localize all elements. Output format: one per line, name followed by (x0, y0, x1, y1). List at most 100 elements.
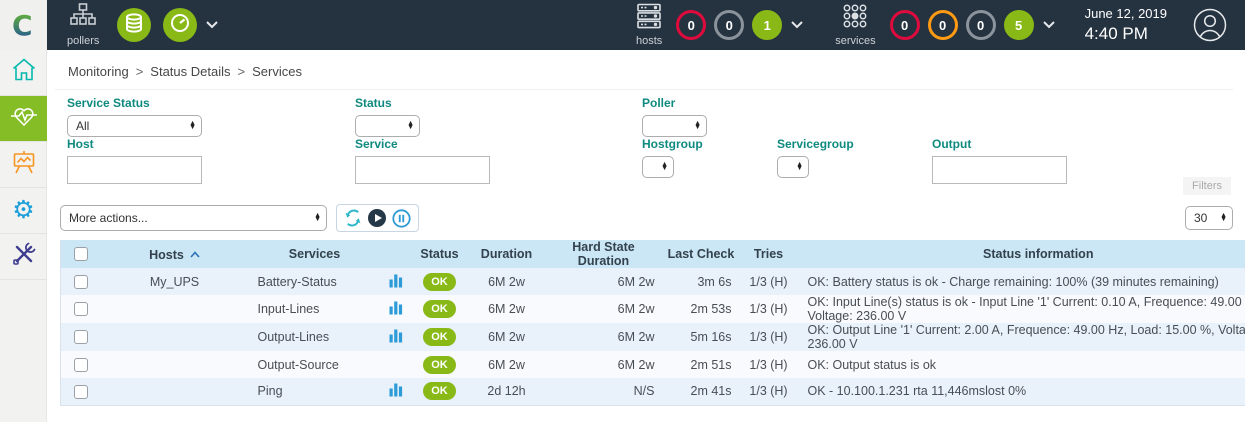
pause-button[interactable] (392, 209, 411, 228)
status-badge: OK (423, 382, 456, 400)
breadcrumb-status-details[interactable]: Status Details (150, 64, 230, 79)
sidebar-item-configuration[interactable]: ⚙ (0, 188, 47, 234)
service-name-cell[interactable]: Ping (249, 378, 381, 405)
poller-select[interactable]: ▲▼ (642, 115, 707, 137)
service-status-select[interactable]: All ▲▼ (67, 115, 202, 137)
heartbeat-icon (10, 103, 38, 134)
table-header-row: Hosts Services Status Duration Hard Stat… (61, 240, 1245, 268)
hosts-up-counter[interactable]: 1 (752, 10, 782, 40)
header-graph (381, 240, 411, 268)
sidebar-item-administration[interactable] (0, 234, 47, 280)
database-status-button[interactable] (117, 8, 151, 42)
status-badge: OK (423, 328, 456, 346)
header-status[interactable]: Status (411, 240, 469, 268)
poller-latency-button[interactable] (163, 8, 197, 42)
servicegroup-select[interactable]: ▲▼ (777, 156, 809, 178)
sort-asc-icon (190, 247, 200, 261)
last-check-cell: 5m 16s (663, 323, 740, 351)
main-content: Monitoring>Status Details>Services Servi… (47, 50, 1245, 422)
output-input[interactable] (932, 156, 1067, 184)
last-check-cell: 2m 53s (663, 295, 740, 323)
hard-state-duration-cell: 6M 2w (545, 268, 663, 295)
services-icon (842, 3, 868, 34)
header-hard-state-duration[interactable]: Hard State Duration (545, 240, 663, 268)
services-ok-counter[interactable]: 5 (1004, 10, 1034, 40)
header-tries[interactable]: Tries (740, 240, 798, 268)
pollers-chevron-down-icon[interactable] (206, 21, 218, 29)
more-actions-select[interactable]: More actions... ▲▼ (60, 205, 327, 231)
header-hosts[interactable]: Hosts (101, 240, 249, 268)
output-filter-label: Output (932, 137, 1067, 151)
gauge-icon (170, 13, 190, 38)
services-unknown-counter[interactable]: 0 (966, 10, 996, 40)
hostgroup-select[interactable]: ▲▼ (642, 156, 674, 178)
hosts-chevron-down-icon[interactable] (791, 21, 803, 29)
status-select[interactable]: ▲▼ (355, 115, 420, 137)
hosts-critical-counter[interactable]: 0 (676, 10, 706, 40)
chart-easel-icon (11, 149, 37, 180)
hosts-unknown-counter[interactable]: 0 (714, 10, 744, 40)
services-critical-counter[interactable]: 0 (890, 10, 920, 40)
centreon-logo[interactable]: C (0, 0, 47, 50)
hosts-status-cluster: hosts 0 0 1 (630, 3, 803, 47)
sidebar-item-home[interactable] (0, 50, 47, 96)
hosts-menu[interactable]: hosts (636, 3, 662, 47)
tries-cell: 1/3 (H) (740, 351, 798, 378)
header-services[interactable]: Services (249, 240, 381, 268)
header-duration[interactable]: Duration (469, 240, 545, 268)
select-all-checkbox[interactable] (74, 247, 88, 261)
services-chevron-down-icon[interactable] (1043, 21, 1055, 29)
hard-state-duration-cell: N/S (545, 378, 663, 405)
hostgroup-filter-label: Hostgroup (642, 137, 703, 151)
current-date: June 12, 2019 (1085, 6, 1167, 22)
service-name-cell[interactable]: Input-Lines (249, 295, 381, 323)
graph-icon[interactable] (389, 332, 403, 346)
sidebar-item-monitoring[interactable] (0, 96, 47, 142)
host-name-cell[interactable] (101, 378, 249, 405)
host-name-cell[interactable] (101, 295, 249, 323)
refresh-button[interactable] (344, 209, 362, 227)
row-checkbox[interactable] (74, 330, 88, 344)
header-last-check[interactable]: Last Check (663, 240, 740, 268)
services-menu[interactable]: services (835, 3, 875, 47)
service-input[interactable] (355, 156, 490, 184)
header-status-information[interactable]: Status information (798, 240, 1245, 268)
breadcrumb-monitoring[interactable]: Monitoring (68, 64, 129, 79)
user-avatar[interactable] (1193, 8, 1227, 42)
duration-cell: 6M 2w (469, 268, 545, 295)
row-checkbox[interactable] (74, 385, 88, 399)
service-name-cell[interactable]: Output-Lines (249, 323, 381, 351)
graph-icon[interactable] (389, 277, 403, 291)
services-warning-counter[interactable]: 0 (928, 10, 958, 40)
host-name-cell[interactable] (101, 323, 249, 351)
row-checkbox[interactable] (74, 275, 88, 289)
host-input[interactable] (67, 156, 202, 184)
service-name-cell[interactable]: Battery-Status (249, 268, 381, 295)
sidebar-item-reporting[interactable] (0, 142, 47, 188)
hard-state-duration-cell: 6M 2w (545, 323, 663, 351)
pollers-icon (69, 3, 97, 34)
play-button[interactable] (367, 208, 387, 228)
servicegroup-filter-label: Servicegroup (777, 137, 854, 151)
gear-icon: ⚙ (12, 198, 34, 223)
status-information-cell: OK: Input Line(s) status is ok - Input L… (798, 295, 1245, 323)
host-name-cell[interactable]: My_UPS (101, 268, 249, 295)
filters-panel-tag[interactable]: Filters (1183, 177, 1231, 195)
row-checkbox[interactable] (74, 358, 88, 372)
row-checkbox[interactable] (74, 302, 88, 316)
last-check-cell: 2m 41s (663, 378, 740, 405)
graph-icon[interactable] (389, 304, 403, 318)
duration-cell: 2d 12h (469, 378, 545, 405)
table-row: Output-Lines OK 6M 2w 6M 2w 5m 16s 1/3 (… (61, 323, 1245, 351)
page-size-select[interactable]: 30 ▲▼ (1185, 206, 1233, 230)
status-information-cell: OK - 10.100.1.231 rta 11,446mslost 0% (798, 378, 1245, 405)
service-name-cell[interactable]: Output-Source (249, 351, 381, 378)
actions-toolbar: More actions... ▲▼ (47, 193, 1245, 240)
hosts-label: hosts (636, 35, 662, 47)
status-filter-label: Status (355, 96, 420, 110)
status-information-cell: OK: Battery status is ok - Charge remain… (798, 268, 1245, 295)
host-name-cell[interactable] (101, 351, 249, 378)
tools-icon (11, 241, 37, 272)
pollers-menu[interactable]: pollers (67, 3, 99, 47)
graph-icon[interactable] (389, 386, 403, 400)
